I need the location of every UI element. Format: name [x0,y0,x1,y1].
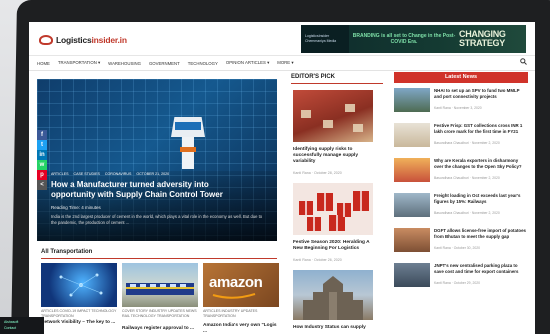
editors-pick-image-1[interactable] [293,90,373,142]
latest-news-thumb [394,263,430,287]
search-icon[interactable] [520,58,527,67]
site-header: Logisticsinsider.in LogisticsInsider Che… [29,22,535,56]
nav-more[interactable]: MORE ▾ [277,60,293,66]
hero-date: October 21, 2020 [136,172,170,176]
truck-icon [39,35,53,45]
nav-home[interactable]: HOME [37,61,50,66]
editors-pick-meta-1: Kanti Rana · October 28, 2020 [293,171,342,175]
transport-card-labels-2: COVER STORY INDUSTRY UPDATES NEWS RAIL T… [122,309,197,319]
twitter-icon[interactable]: t [37,140,47,150]
nav-technology[interactable]: TECHNOLOGY [188,61,218,66]
latest-news-meta: Basundhara Chaudhuri · November 2, 2020 [434,211,500,215]
main-nav: HOME TRANSPORTATION ▾ WAREHOUSING GOVERN… [29,56,535,71]
ad-headline: CHANGING STRATEGY [459,29,506,48]
nav-opinion-articles[interactable]: OPINION ARTICLES ▾ [226,60,269,66]
transport-card-title-3[interactable]: Amazon India's very own "Logis ... [203,323,281,334]
latest-news-thumb [394,158,430,182]
corner-label-2: Contact [4,326,17,330]
tag-case-studies[interactable]: CASE STUDIES [74,172,100,176]
latest-news-title[interactable]: Freight loading in Oct exceeds last year… [434,193,528,204]
editors-pick-meta-2: Kanti Rana · October 26, 2020 [293,258,342,262]
divider [41,258,277,259]
tag-articles[interactable]: ARTICLES [51,172,69,176]
latest-news-meta: Kanti Rana · October 30, 2020 [434,246,480,250]
latest-news-item[interactable]: DGFT allows license-free import of potat… [394,228,528,256]
editors-pick-heading: EDITOR'S PICK [291,74,335,80]
tag-coronavirus[interactable]: CORONAVIRUS [105,172,132,176]
share-icon[interactable]: < [37,180,47,190]
latest-news-item[interactable]: NHAI to set up an SPV to fund two MMLP a… [394,88,528,116]
latest-news-item[interactable]: Freight loading in Oct exceeds last year… [394,193,528,221]
latest-news-meta: Kanti Rana · October 29, 2020 [434,281,480,285]
latest-news-meta: Kanti Rana · November 3, 2020 [434,106,482,110]
hero-read-time: Reading Time: 4 minutes [51,205,101,210]
latest-news-title[interactable]: NHAI to set up an SPV to fund two MMLP a… [434,88,528,99]
editors-pick-image-2[interactable] [293,183,373,235]
latest-news-title[interactable]: DGFT allows license-free import of potat… [434,228,528,239]
divider [291,83,383,84]
ad-brand: LogisticsInsider Chemmaniya Media [301,25,349,53]
latest-news-title[interactable]: JNPT's new centralised parking plaza to … [434,263,528,274]
hero-tags: ARTICLES CASE STUDIES CORONAVIRUS Octobe… [51,172,169,176]
hero-title[interactable]: How a Manufacturer turned adversity into… [51,180,251,201]
latest-news-thumb [394,228,430,252]
transport-card-image-3[interactable]: amazon [203,263,279,307]
transport-card-image-1[interactable] [41,263,117,307]
transport-card-title-1[interactable]: Network Visibility – The key to ... [41,320,119,326]
latest-news-heading: Latest News [394,72,528,83]
latest-news-title[interactable]: Why are Kerala exporters in disharmony o… [434,158,528,169]
nav-government[interactable]: GOVERNMENT [149,61,180,66]
linkedin-icon[interactable]: in [37,150,47,160]
facebook-icon[interactable]: f [37,130,47,140]
latest-news-thumb [394,123,430,147]
logo-text: Logisticsinsider.in [56,35,127,45]
latest-news-meta: Basundhara Chaudhuri · November 2, 2020 [434,141,500,145]
ad-message: BRANDING is all set to Change in the Pos… [352,32,456,45]
latest-news-item[interactable]: Why are Kerala exporters in disharmony o… [394,158,528,186]
site-logo[interactable]: Logisticsinsider.in [39,35,127,45]
latest-news-meta: Basundhara Chaudhuri · November 2, 2020 [434,176,500,180]
latest-news-item[interactable]: Festive Frisp: GST collections cross INR… [394,123,528,151]
transport-card-labels-3: ARTICLES INDUSTRY UPDATES TRANSPORTATION [203,309,258,319]
featured-article[interactable]: ARTICLES CASE STUDIES CORONAVIRUS Octobe… [37,79,277,241]
editors-pick-image-3[interactable] [293,270,373,320]
nav-transportation[interactable]: TRANSPORTATION ▾ [58,60,100,66]
scene: Logisticsinsider.in LogisticsInsider Che… [0,0,550,334]
editors-pick-title-3[interactable]: How Industry Status can supply [293,325,377,331]
banner-ad[interactable]: LogisticsInsider Chemmaniya Media BRANDI… [301,25,526,53]
hero-excerpt: India is the 2nd largest producer of cem… [51,214,263,225]
pinterest-icon[interactable]: p [37,170,47,180]
transport-card-image-2[interactable] [122,263,198,307]
all-transportation-heading: All Transportation [41,249,93,255]
whatsapp-icon[interactable]: w [37,160,47,170]
latest-news-item[interactable]: JNPT's new centralised parking plaza to … [394,263,528,291]
share-bar: f t in w p < [37,130,47,190]
editors-pick-title-2[interactable]: Festive Season 2020: Heralding A New Beg… [293,240,377,252]
transport-card-title-2[interactable]: Railways register approval to ... [122,326,200,332]
nav-warehousing[interactable]: WAREHOUSING [108,61,141,66]
latest-news-title[interactable]: Festive Frisp: GST collections cross INR… [434,123,528,134]
desktop-corner-widget: Alshasoft Contact [0,317,44,334]
latest-news-thumb [394,193,430,217]
laptop-screen: Logisticsinsider.in LogisticsInsider Che… [29,22,535,334]
editors-pick-title-1[interactable]: Identifying supply risks to successfully… [293,147,375,166]
transport-card-labels-1: ARTICLES COVID-19 IMPACT TECHNOLOGY TRAN… [41,309,117,319]
corner-label-1: Alshasoft [4,320,19,324]
control-tower-illustration [165,117,211,169]
latest-news-thumb [394,88,430,112]
